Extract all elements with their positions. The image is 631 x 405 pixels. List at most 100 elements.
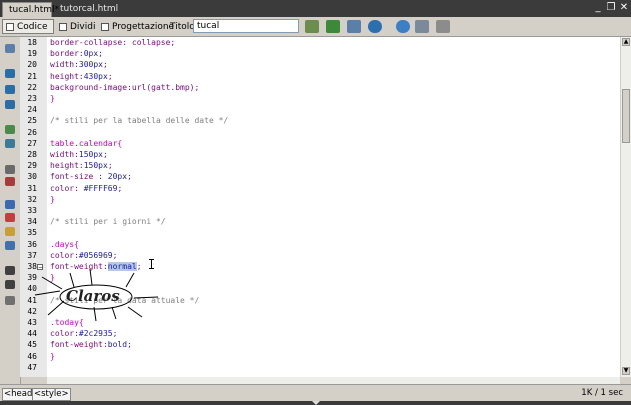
open-documents-icon[interactable] (5, 44, 15, 53)
document-size-info: 1K / 1 sec (581, 388, 623, 398)
vertical-scrollbar[interactable]: ▲ ▼ (620, 37, 631, 377)
design-view-button[interactable]: Progettazione (97, 19, 174, 34)
design-view-icon (101, 23, 109, 31)
scroll-up-icon[interactable]: ▲ (622, 38, 630, 46)
line-number: 20 (27, 60, 37, 70)
line-number: 19 (27, 49, 37, 59)
line-number-gutter: 18 19 20 21 22 23 24 25 26 27 28 29 30 31 32 33 34 35 36 37… (20, 37, 47, 377)
code-line[interactable]: /* stili per la tabella delle date */ (50, 116, 228, 125)
code-token: ; (117, 183, 123, 193)
code-token: color: (50, 183, 84, 193)
code-line[interactable]: font-weight:bold; (50, 340, 132, 349)
globe-icon[interactable] (368, 20, 382, 33)
code-line[interactable]: background-image:url(gatt.bmp); (50, 83, 199, 92)
apply-comment-icon[interactable] (5, 200, 15, 209)
code-token: bold (107, 340, 128, 350)
title-input[interactable] (193, 19, 299, 33)
line-number: 25 (27, 116, 37, 126)
visual-aids-icon[interactable] (436, 20, 450, 33)
code-token: background-image:url(gatt.bmp); (50, 82, 200, 92)
debug-icon[interactable] (347, 20, 361, 33)
restore-icon[interactable]: ❐ (605, 2, 617, 14)
code-token: #056969 (78, 250, 113, 260)
code-line[interactable]: border-collapse: collapse; (50, 38, 175, 47)
file-management-icon[interactable] (305, 20, 319, 33)
close-icon[interactable]: ✕ (618, 2, 630, 14)
code-line[interactable]: color: #FFFF69; (50, 184, 122, 193)
code-token: table.calendar{ (50, 138, 123, 148)
preview-browser-icon[interactable] (326, 20, 340, 33)
design-view-label: Progettazione (112, 22, 175, 32)
line-number: 35 (27, 228, 37, 238)
view-options-icon[interactable] (415, 20, 429, 33)
code-line[interactable]: font-size : 20px; (50, 172, 132, 181)
code-line[interactable]: table.calendar{ (50, 139, 122, 148)
code-line[interactable]: width:300px; (50, 60, 108, 69)
expand-all-icon[interactable] (5, 100, 15, 109)
line-number: 26 (27, 127, 37, 137)
code-token: border: (50, 49, 84, 59)
code-line[interactable]: } (50, 352, 55, 361)
code-token: border-collapse: collapse; (50, 38, 176, 47)
code-token: ; (112, 250, 118, 260)
code-token: .days{ (50, 239, 79, 249)
code-line[interactable]: color:#056969; (50, 251, 117, 260)
code-line[interactable]: border:0px; (50, 49, 103, 58)
remove-comment-icon[interactable] (5, 213, 15, 222)
collapse-selection-icon[interactable] (5, 85, 15, 94)
code-token: 430px (83, 71, 108, 81)
code-line[interactable]: } (50, 195, 55, 204)
line-number: 18 (27, 38, 37, 47)
line-number: 21 (27, 71, 37, 81)
code-editor[interactable]: border-collapse: collapse; border:0px; wid… (47, 37, 620, 377)
indent-code-icon[interactable] (5, 266, 15, 275)
code-view-label: Codice (17, 22, 48, 32)
select-parent-tag-icon[interactable] (5, 125, 15, 134)
ibeam-cursor-top (149, 259, 154, 260)
line-number: 23 (27, 94, 37, 103)
code-line[interactable]: /* stili per i giorni */ (50, 217, 166, 226)
code-line[interactable]: height:150px; (50, 161, 113, 170)
code-token: ; (98, 49, 103, 59)
collapse-tag-icon[interactable] (5, 69, 15, 78)
code-line[interactable]: .days{ (50, 240, 79, 249)
format-source-icon[interactable] (5, 296, 15, 305)
balance-braces-icon[interactable] (5, 139, 15, 148)
split-view-icon (59, 23, 67, 31)
status-bar: <head> <style> 1K / 1 sec (0, 384, 631, 401)
code-token: height: (50, 71, 84, 81)
code-token: } (50, 351, 55, 361)
code-token: color: (50, 329, 79, 339)
scroll-thumb[interactable] (622, 89, 630, 143)
recent-snippets-icon[interactable] (5, 241, 15, 250)
panel-divider[interactable] (0, 401, 631, 405)
tab-tucal[interactable]: tucal.html* (2, 2, 59, 17)
split-view-label: Dividi (70, 22, 96, 32)
watermark-text: Claros (66, 287, 120, 305)
code-line[interactable]: } (50, 94, 55, 103)
line-numbers-icon[interactable] (5, 165, 15, 174)
tag-selector-style[interactable]: <style> (32, 388, 71, 401)
code-token: ; (107, 71, 113, 81)
refresh-icon[interactable] (396, 20, 410, 33)
code-line[interactable]: height:430px; (50, 72, 113, 81)
expand-panel-icon[interactable] (312, 401, 320, 405)
tab-tutorcal[interactable]: tutorcal.html (54, 2, 118, 17)
highlight-invalid-code-icon[interactable] (5, 177, 15, 186)
code-token: font-weight: (50, 340, 108, 350)
code-token: } (50, 94, 55, 103)
coding-toolbar (0, 37, 21, 384)
code-token: 300px (78, 60, 103, 70)
code-token: font-size : (50, 172, 108, 182)
code-line[interactable]: width:150px; (50, 150, 108, 159)
scroll-down-icon[interactable]: ▼ (622, 367, 630, 375)
minimize-icon[interactable]: _ (592, 2, 604, 14)
outdent-code-icon[interactable] (5, 280, 15, 289)
code-token: #2c2935 (78, 329, 113, 339)
horizontal-scrollbar[interactable] (47, 377, 620, 384)
code-view-button[interactable]: Codice (2, 19, 54, 34)
code-token: ; (127, 172, 132, 182)
code-line[interactable]: color:#2c2935; (50, 329, 117, 338)
code-token: ; (112, 329, 118, 339)
wrap-tag-icon[interactable] (5, 227, 15, 236)
